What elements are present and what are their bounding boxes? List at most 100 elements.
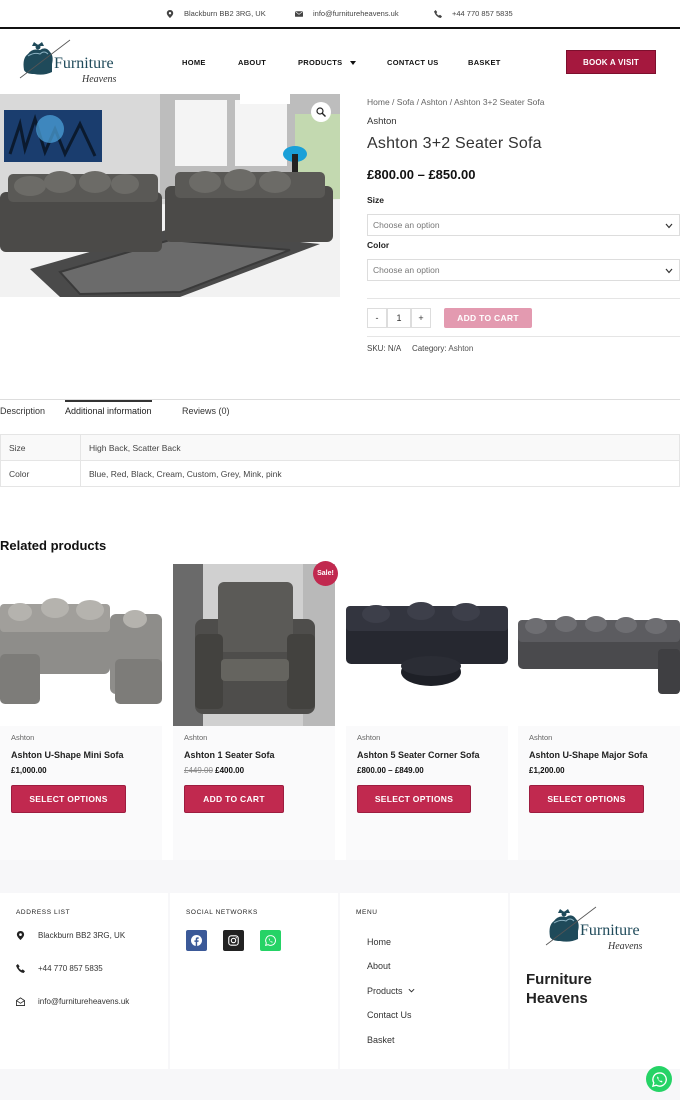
logo-text: Furniture: [54, 55, 114, 72]
size-select-value: Choose an option: [373, 220, 440, 230]
logo-subtext: Heavens: [607, 941, 643, 952]
book-visit-button[interactable]: BOOK A VISIT: [566, 50, 656, 74]
color-select-value: Choose an option: [373, 265, 440, 275]
footer-menu-basket[interactable]: Basket: [367, 1035, 395, 1045]
footer-brand-name: Furniture Heavens: [526, 971, 592, 1007]
social-heading: SOCIAL NETWORKS: [186, 909, 258, 916]
menu-heading: MENU: [356, 909, 378, 916]
footer-menu-products[interactable]: Products: [367, 986, 415, 996]
table-row: Color Blue, Red, Black, Cream, Custom, G…: [0, 460, 680, 487]
table-row: Size High Back, Scatter Back: [0, 434, 680, 461]
zoom-button[interactable]: [311, 102, 331, 122]
card-price: £449.00 £400.00: [184, 766, 244, 775]
footer-address: Blackburn BB2 3RG, UK: [16, 931, 125, 940]
footer-menu-column: [340, 893, 508, 1069]
product-card-image[interactable]: [346, 564, 508, 726]
card-category: Ashton: [11, 733, 35, 742]
breadcrumb-home[interactable]: Home: [367, 97, 390, 107]
color-label: Color: [367, 240, 390, 250]
card-category: Ashton: [184, 733, 208, 742]
tab-description[interactable]: Description: [0, 406, 45, 416]
topbar-phone-text[interactable]: +44 770 857 5835: [452, 9, 513, 18]
tab-reviews[interactable]: Reviews (0): [182, 406, 230, 416]
nav-products-label: PRODUCTS: [298, 58, 343, 67]
nav-contact[interactable]: CONTACT US: [387, 58, 439, 67]
topbar-email-text[interactable]: info@furnitureheavens.uk: [313, 9, 399, 18]
product-image[interactable]: [0, 94, 340, 297]
select-options-button[interactable]: SELECT OPTIONS: [11, 785, 126, 813]
site-header: Furniture Heavens HOME ABOUT PRODUCTS CO…: [0, 30, 680, 94]
breadcrumb-sofa[interactable]: Sofa: [397, 97, 415, 107]
product-card-image[interactable]: [0, 564, 162, 726]
product-card-image[interactable]: [518, 564, 680, 726]
card-category: Ashton: [529, 733, 553, 742]
color-select[interactable]: Choose an option: [367, 259, 680, 281]
card-old-price: £449.00: [184, 766, 213, 775]
card-sale-price: £400.00: [215, 766, 245, 775]
sku-label: SKU:: [367, 344, 386, 353]
size-select[interactable]: Choose an option: [367, 214, 680, 236]
product-photo: [0, 94, 340, 297]
qty-minus-button[interactable]: -: [367, 308, 387, 328]
u-shape-major-sofa-photo: [518, 564, 680, 726]
chevron-down-icon: [665, 223, 673, 229]
qty-input[interactable]: 1: [387, 308, 411, 328]
nav-products[interactable]: PRODUCTS: [298, 58, 356, 67]
nav-home[interactable]: HOME: [182, 58, 206, 67]
footer-email[interactable]: info@furnitureheavens.uk: [16, 997, 129, 1006]
location-pin-icon: [16, 931, 25, 940]
u-shape-mini-sofa-photo: [0, 564, 162, 726]
sale-badge: Sale!: [313, 561, 338, 586]
nav-basket[interactable]: BASKET: [468, 58, 501, 67]
whatsapp-icon: [265, 935, 276, 946]
card-price: £1,000.00: [11, 766, 47, 775]
phone-icon: [16, 964, 25, 973]
category-meta-label: Category:: [411, 344, 447, 353]
facebook-link[interactable]: [186, 930, 207, 951]
tab-additional-information[interactable]: Additional information: [65, 400, 152, 416]
summary-divider-2: [367, 336, 680, 337]
add-to-cart-button[interactable]: ADD TO CART: [444, 308, 532, 328]
summary-divider: [367, 298, 680, 299]
product-category-label: Ashton: [367, 116, 397, 127]
attribute-name: Color: [0, 460, 81, 487]
top-contact-bar: Blackburn BB2 3RG, UK info@furnitureheav…: [0, 0, 680, 29]
card-title[interactable]: Ashton 1 Seater Sofa: [184, 750, 275, 760]
footer-menu-about[interactable]: About: [367, 961, 391, 971]
footer-menu-home[interactable]: Home: [367, 937, 391, 947]
footer-logo[interactable]: Furniture Heavens: [540, 905, 644, 957]
instagram-link[interactable]: [223, 930, 244, 951]
topbar-phone[interactable]: +44 770 857 5835: [434, 9, 513, 18]
product-card-image[interactable]: [173, 564, 335, 726]
footer-email-text[interactable]: info@furnitureheavens.uk: [38, 997, 129, 1006]
qty-plus-button[interactable]: +: [411, 308, 431, 328]
breadcrumb: Home / Sofa / Ashton / Ashton 3+2 Seater…: [367, 97, 545, 107]
attributes-table: Size High Back, Scatter Back Color Blue,…: [0, 434, 680, 487]
footer-phone[interactable]: +44 770 857 5835: [16, 964, 103, 973]
attribute-name: Size: [0, 434, 81, 461]
whatsapp-link[interactable]: [260, 930, 281, 951]
whatsapp-chat-button[interactable]: [646, 1066, 672, 1092]
envelope-open-icon: [16, 997, 25, 1006]
footer-address-column: [0, 893, 168, 1069]
breadcrumb-ashton[interactable]: Ashton: [421, 97, 447, 107]
related-products-heading: Related products: [0, 538, 107, 553]
category-meta-link[interactable]: Ashton: [448, 344, 473, 353]
select-options-button[interactable]: SELECT OPTIONS: [529, 785, 644, 813]
site-logo[interactable]: Furniture Heavens: [14, 38, 118, 90]
sku-value: N/A: [387, 344, 401, 353]
attribute-value: Blue, Red, Black, Cream, Custom, Grey, M…: [80, 460, 680, 487]
card-price: £1,200.00: [529, 766, 565, 775]
card-title[interactable]: Ashton U-Shape Major Sofa: [529, 750, 648, 760]
card-title[interactable]: Ashton 5 Seater Corner Sofa: [357, 750, 480, 760]
select-options-button[interactable]: SELECT OPTIONS: [357, 785, 471, 813]
card-title[interactable]: Ashton U-Shape Mini Sofa: [11, 750, 124, 760]
nav-about[interactable]: ABOUT: [238, 58, 266, 67]
add-to-cart-button[interactable]: ADD TO CART: [184, 785, 284, 813]
footer-menu-products-label: Products: [367, 986, 403, 996]
logo-subtext: Heavens: [81, 74, 117, 85]
footer-menu-contact[interactable]: Contact Us: [367, 1010, 412, 1020]
card-price: £800.00 – £849.00: [357, 766, 424, 775]
topbar-email[interactable]: info@furnitureheavens.uk: [295, 9, 399, 18]
footer-phone-text[interactable]: +44 770 857 5835: [38, 964, 103, 973]
